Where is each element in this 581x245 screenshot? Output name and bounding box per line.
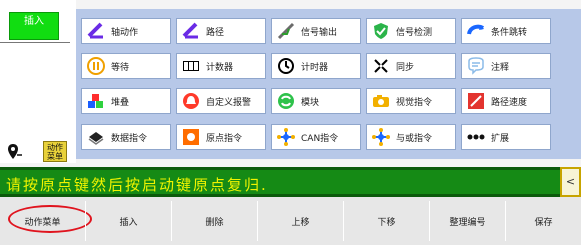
cmd-custom-alarm[interactable]: 自定义报警 [176, 88, 266, 114]
can-command-icon [277, 128, 295, 146]
conditional-jump-icon [467, 24, 485, 35]
origin-command-icon [183, 129, 199, 145]
module-icon [278, 93, 294, 109]
data-command-icon [88, 132, 104, 145]
cmd-label: 自定义报警 [206, 97, 252, 108]
cmd-stack[interactable]: 堆叠 [81, 88, 171, 114]
path-speed-icon [468, 93, 484, 109]
signal-detect-icon [374, 23, 388, 39]
cmd-label: 条件跳转 [491, 27, 528, 38]
cmd-label: 路径速度 [491, 97, 528, 108]
vision-command-icon [373, 95, 389, 107]
action-menu-button[interactable]: 动作菜单 [0, 201, 86, 241]
sync-icon [374, 59, 388, 73]
cmd-module[interactable]: 模块 [271, 88, 361, 114]
cmd-wait[interactable]: 等待 [81, 53, 171, 79]
cmd-label: 视觉指令 [396, 97, 433, 108]
pin-icon [8, 144, 22, 159]
cmd-label: CAN指令 [301, 133, 339, 144]
cmd-timer[interactable]: 计时器 [271, 53, 361, 79]
cmd-label: 扩展 [491, 133, 510, 144]
cmd-label: 同步 [396, 62, 415, 73]
cmd-label: 信号输出 [301, 27, 338, 38]
cmd-label: 模块 [301, 97, 320, 108]
cmd-axis-motion[interactable]: 轴动作 [81, 18, 171, 44]
cmd-and-or-command[interactable]: 与或指令 [366, 124, 456, 150]
bottom-toolbar: 动作菜单 插入 删除 上移 下移 整理编号 保存 [0, 197, 581, 245]
extend-icon [467, 134, 485, 140]
cmd-label: 等待 [111, 62, 130, 73]
renumber-button[interactable]: 整理编号 [430, 201, 506, 241]
comment-icon [468, 57, 484, 75]
stack-icon [88, 94, 103, 108]
command-grid: 轴动作 路径 信号输出 信号检测 条件跳转 等待 计数器 计时器 同步 注释 堆… [76, 9, 581, 159]
move-up-button[interactable]: 上移 [258, 201, 344, 241]
cmd-label: 路径 [206, 27, 225, 38]
andor-command-icon [372, 128, 390, 146]
cmd-sync[interactable]: 同步 [366, 53, 456, 79]
cmd-label: 轴动作 [111, 27, 139, 38]
cmd-label: 与或指令 [396, 133, 433, 144]
counter-icon [183, 61, 199, 71]
status-message-text: 请按原点键然后按启动键原点复归. [6, 176, 268, 194]
cmd-conditional-jump[interactable]: 条件跳转 [461, 18, 551, 44]
cmd-signal-output[interactable]: 信号输出 [271, 18, 361, 44]
wait-icon [87, 57, 105, 75]
signal-output-icon [277, 22, 295, 40]
robot-program-editor: 插入 动作 菜单 轴动作 路径 信号输出 信号检测 条件跳转 等待 计数器 计时… [0, 0, 581, 245]
move-down-button[interactable]: 下移 [344, 201, 430, 241]
cmd-can-command[interactable]: CAN指令 [271, 124, 361, 150]
timer-icon [278, 58, 294, 74]
cmd-signal-detect[interactable]: 信号检测 [366, 18, 456, 44]
status-message-bar: 请按原点键然后按启动键原点复归. [0, 167, 560, 197]
cmd-comment[interactable]: 注释 [461, 53, 551, 79]
cmd-label: 计时器 [301, 62, 329, 73]
cmd-label: 数据指令 [111, 133, 148, 144]
cmd-extend[interactable]: 扩展 [461, 124, 551, 150]
cmd-path-speed[interactable]: 路径速度 [461, 88, 551, 114]
save-button[interactable]: 保存 [506, 201, 581, 241]
action-menu-tab[interactable]: 动作 菜单 [2, 139, 67, 163]
insert-tab[interactable]: 插入 [9, 12, 59, 40]
delete-button[interactable]: 删除 [172, 201, 258, 241]
cmd-data-command[interactable]: 数据指令 [81, 124, 171, 150]
cmd-label: 原点指令 [206, 133, 243, 144]
path-icon [182, 22, 198, 39]
message-scroll-left-button[interactable]: < [560, 167, 581, 197]
cmd-label: 注释 [491, 62, 510, 73]
cmd-vision-command[interactable]: 视觉指令 [366, 88, 456, 114]
divider [0, 42, 70, 43]
custom-alarm-icon [183, 93, 199, 109]
cmd-path[interactable]: 路径 [176, 18, 266, 44]
insert-button[interactable]: 插入 [86, 201, 172, 241]
sidebar: 插入 动作 菜单 [0, 0, 76, 163]
axis-motion-icon [87, 22, 103, 39]
cmd-label: 信号检测 [396, 27, 433, 38]
cmd-origin-command[interactable]: 原点指令 [176, 124, 266, 150]
cmd-label: 计数器 [206, 62, 234, 73]
cmd-label: 堆叠 [111, 97, 130, 108]
cmd-counter[interactable]: 计数器 [176, 53, 266, 79]
action-menu-label: 动作 菜单 [43, 141, 67, 162]
